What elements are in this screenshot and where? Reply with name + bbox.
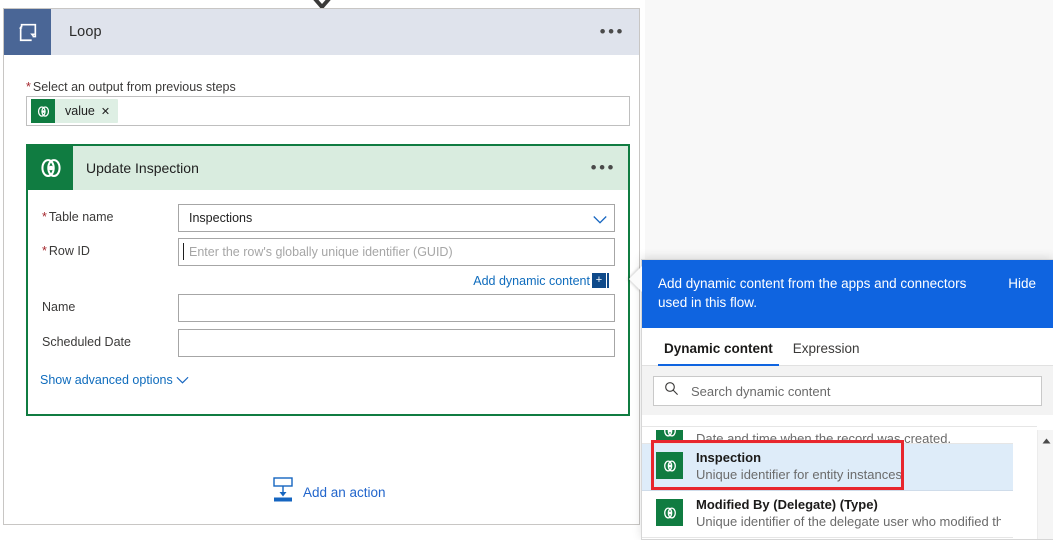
required-indicator: * <box>26 80 31 94</box>
loop-title: Loop <box>69 24 102 40</box>
dataverse-icon <box>656 430 683 443</box>
list-item-inspection[interactable]: Inspection Unique identifier for entity … <box>642 444 1013 491</box>
list-item-title: Modified By (Delegate) (Type) <box>696 497 878 512</box>
add-action-icon <box>272 477 294 508</box>
dynamic-content-search-wrap <box>642 366 1053 415</box>
dynamic-content-banner: Add dynamic content from the apps and co… <box>642 260 1053 328</box>
list-item-description: Unique identifier for entity instances <box>696 467 902 482</box>
list-item[interactable]: Date and time when the record was create… <box>642 430 1013 444</box>
dataverse-icon <box>656 499 683 526</box>
add-dynamic-content-plus-button[interactable]: + <box>592 273 606 288</box>
field-label-scheduled-date: Scheduled Date <box>42 335 131 349</box>
update-inspection-card: Update Inspection ••• * Table name Inspe… <box>26 144 630 416</box>
row-id-input[interactable] <box>178 238 615 266</box>
add-dynamic-content-divider <box>607 273 609 288</box>
list-item-text: Date and time when the record was create… <box>696 430 951 443</box>
field-row-row-id: * Row ID <box>28 238 628 266</box>
name-input[interactable] <box>178 294 615 322</box>
loop-more-button[interactable]: ••• <box>600 23 625 40</box>
table-name-dropdown[interactable] <box>178 204 615 232</box>
tab-dynamic-content[interactable]: Dynamic content <box>654 341 783 366</box>
field-row-name: Name <box>28 294 628 322</box>
output-field-label-text: Select an output from previous steps <box>32 80 236 94</box>
show-advanced-options-link[interactable]: Show advanced options <box>40 373 173 387</box>
list-top-divider <box>642 426 1037 427</box>
hide-panel-button[interactable]: Hide <box>1008 276 1036 291</box>
add-dynamic-content-link[interactable]: Add dynamic content <box>473 274 590 288</box>
dataverse-icon <box>656 452 683 479</box>
field-label-table-name: * Table name <box>42 210 114 224</box>
add-an-action-button[interactable]: Add an action <box>272 477 386 508</box>
list-item-text: Modified By (Delegate) (Type) Unique ide… <box>696 496 1001 531</box>
required-indicator: * <box>42 210 47 224</box>
required-indicator: * <box>42 244 47 258</box>
flow-designer-canvas: Loop ••• * Select an output from previous… <box>0 0 645 540</box>
list-scrollbar[interactable] <box>1037 430 1053 539</box>
dynamic-content-banner-text: Add dynamic content from the apps and co… <box>658 276 967 310</box>
update-inspection-more-button[interactable]: ••• <box>591 159 616 176</box>
field-label-text: Row ID <box>48 244 90 258</box>
list-item-description: Date and time when the record was create… <box>696 431 952 444</box>
dataverse-icon <box>31 99 55 123</box>
dynamic-content-tabs: Dynamic content Expression <box>642 328 1053 366</box>
search-icon <box>664 381 679 401</box>
list-item-description: Unique identifier of the delegate user w… <box>696 514 1001 529</box>
dataverse-icon <box>28 146 73 190</box>
dynamic-token-value[interactable]: value ✕ <box>31 99 119 123</box>
list-item-modified-by-delegate[interactable]: Modified By (Delegate) (Type) Unique ide… <box>642 491 1013 538</box>
loop-icon <box>4 9 51 55</box>
dynamic-token-label: value <box>65 104 95 118</box>
panel-callout-arrow <box>629 266 642 292</box>
update-inspection-title: Update Inspection <box>86 160 199 176</box>
field-label-name: Name <box>42 300 76 314</box>
loop-card-header[interactable]: Loop ••• <box>4 9 639 55</box>
caret-up-icon[interactable] <box>1038 434 1053 448</box>
list-item-title: Inspection <box>696 450 762 465</box>
field-label-row-id: * Row ID <box>42 244 90 258</box>
field-row-scheduled-date: Scheduled Date <box>28 329 628 357</box>
field-label-text: Table name <box>48 210 114 224</box>
scheduled-date-input[interactable] <box>178 329 615 357</box>
list-item-text: Inspection Unique identifier for entity … <box>696 449 902 484</box>
update-inspection-header[interactable]: Update Inspection ••• <box>28 146 628 190</box>
loop-card: Loop ••• * Select an output from previous… <box>3 8 640 525</box>
close-icon[interactable]: ✕ <box>101 105 118 118</box>
app-root: Loop ••• * Select an output from previous… <box>0 0 1053 540</box>
add-dynamic-content-row: Add dynamic content + <box>28 273 628 290</box>
dynamic-content-search-box[interactable] <box>653 376 1042 406</box>
tab-expression[interactable]: Expression <box>783 341 870 365</box>
chevron-down-icon <box>738 211 752 225</box>
add-an-action-label: Add an action <box>303 485 386 500</box>
dynamic-content-panel: Add dynamic content from the apps and co… <box>629 259 1053 540</box>
search-input[interactable] <box>679 382 1041 400</box>
text-caret <box>183 243 184 260</box>
output-field-label: * Select an output from previous steps <box>26 80 236 94</box>
field-row-table-name: * Table name <box>28 204 628 232</box>
chevron-down-icon[interactable] <box>176 376 189 385</box>
output-field-input[interactable]: value ✕ <box>26 96 630 126</box>
dynamic-content-list[interactable]: Date and time when the record was create… <box>642 430 1053 539</box>
